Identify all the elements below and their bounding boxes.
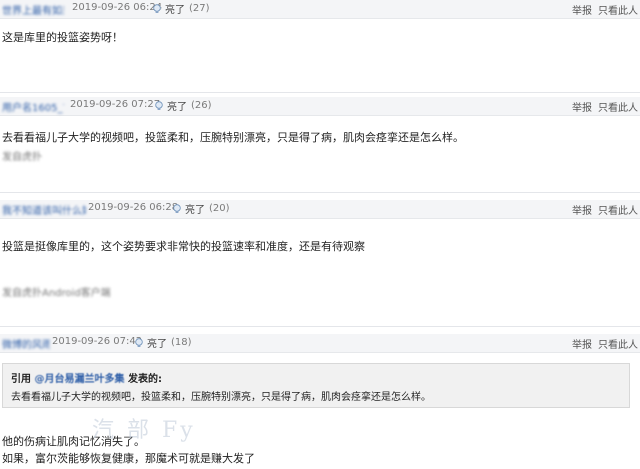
like-label: 亮了 [147, 339, 167, 350]
only-this-user-link[interactable]: 只看此人 [598, 202, 638, 217]
reply-username[interactable]: 用户名1605_78 [2, 99, 64, 114]
reply-text: 去看看福儿子大学的视频吧，投篮柔和，压腕特别漂亮，只是得了病，肌肉会痉挛还是怎么… [2, 131, 464, 144]
like-button[interactable]: 亮了 (26) [154, 98, 212, 113]
reply-header: 微博的风雨 2019-09-26 07:42 亮了 (18) 举报 只看此人 [0, 334, 640, 353]
report-link[interactable]: 举报 [572, 2, 592, 17]
lightbulb-icon [135, 337, 143, 347]
like-label: 亮了 [165, 5, 185, 16]
reply-timestamp: 2019-09-26 07:27 [70, 99, 161, 110]
report-link[interactable]: 举报 [572, 336, 592, 351]
quote-header: 引用 @月台易漏兰叶多集 发表的: [11, 370, 162, 385]
like-count: (20) [209, 203, 230, 214]
like-button[interactable]: 亮了 (20) [172, 201, 230, 216]
reply-header: 世界上最有如果 2019-09-26 06:24 亮了 (27) 举报 只看此人 [0, 0, 640, 19]
only-this-user-link[interactable]: 只看此人 [598, 2, 638, 17]
only-this-user-link[interactable]: 只看此人 [598, 99, 638, 114]
divider [0, 92, 640, 93]
lightbulb-icon [173, 203, 181, 213]
reply-text: 这是库里的投篮姿势呀！ [2, 31, 123, 44]
lightbulb-icon [153, 3, 161, 13]
divider [0, 192, 640, 193]
like-button[interactable]: 亮了 (18) [134, 335, 192, 350]
reply-username[interactable]: 微博的风雨 [2, 336, 50, 351]
quote-username[interactable]: @月台易漏兰叶多集 [34, 374, 124, 385]
like-label: 亮了 [185, 205, 205, 216]
like-count: (27) [189, 3, 210, 14]
reply-username[interactable]: 我不知道该叫什么好 [2, 202, 86, 217]
reply-timestamp: 2019-09-26 06:28 [88, 202, 179, 213]
reply-timestamp: 2019-09-26 06:24 [72, 2, 163, 13]
quoted-reply: 引用 @月台易漏兰叶多集 发表的: 去看看福儿子大学的视频吧，投篮柔和，压腕特别… [2, 363, 630, 408]
reply-header: 用户名1605_78 2019-09-26 07:27 亮了 (26) 举报 只… [0, 97, 640, 116]
reply-text: 投篮是挺像库里的，这个姿势要求非常快的投篮速率和准度，还是有待观察 [2, 240, 365, 253]
reply-header: 我不知道该叫什么好 2019-09-26 06:28 亮了 (20) 举报 只看… [0, 200, 640, 219]
divider [0, 326, 640, 327]
quote-prefix: 引用 [11, 374, 31, 385]
report-link[interactable]: 举报 [572, 99, 592, 114]
quote-text: 去看看福儿子大学的视频吧，投篮柔和，压腕特别漂亮，只是得了病，肌肉会痉挛还是怎么… [11, 392, 431, 403]
reply-text: 如果，富尔茨能够恢复健康，那魔术可就是赚大发了 [2, 452, 255, 465]
like-button[interactable]: 亮了 (27) [152, 1, 210, 16]
like-label: 亮了 [167, 102, 187, 113]
report-link[interactable]: 举报 [572, 202, 592, 217]
reply-source: 发自虎扑Android客户端 [2, 288, 111, 299]
like-count: (26) [191, 100, 212, 111]
reply-username[interactable]: 世界上最有如果 [2, 2, 64, 17]
lightbulb-icon [155, 100, 163, 110]
reply-timestamp: 2019-09-26 07:42 [52, 336, 143, 347]
quote-suffix: 发表的: [127, 374, 162, 385]
like-count: (18) [171, 337, 192, 348]
reply-text: 他的伤病让肌肉记忆消失了。 [2, 435, 145, 448]
reply-source: 发自虎扑 [2, 152, 42, 163]
only-this-user-link[interactable]: 只看此人 [598, 336, 638, 351]
